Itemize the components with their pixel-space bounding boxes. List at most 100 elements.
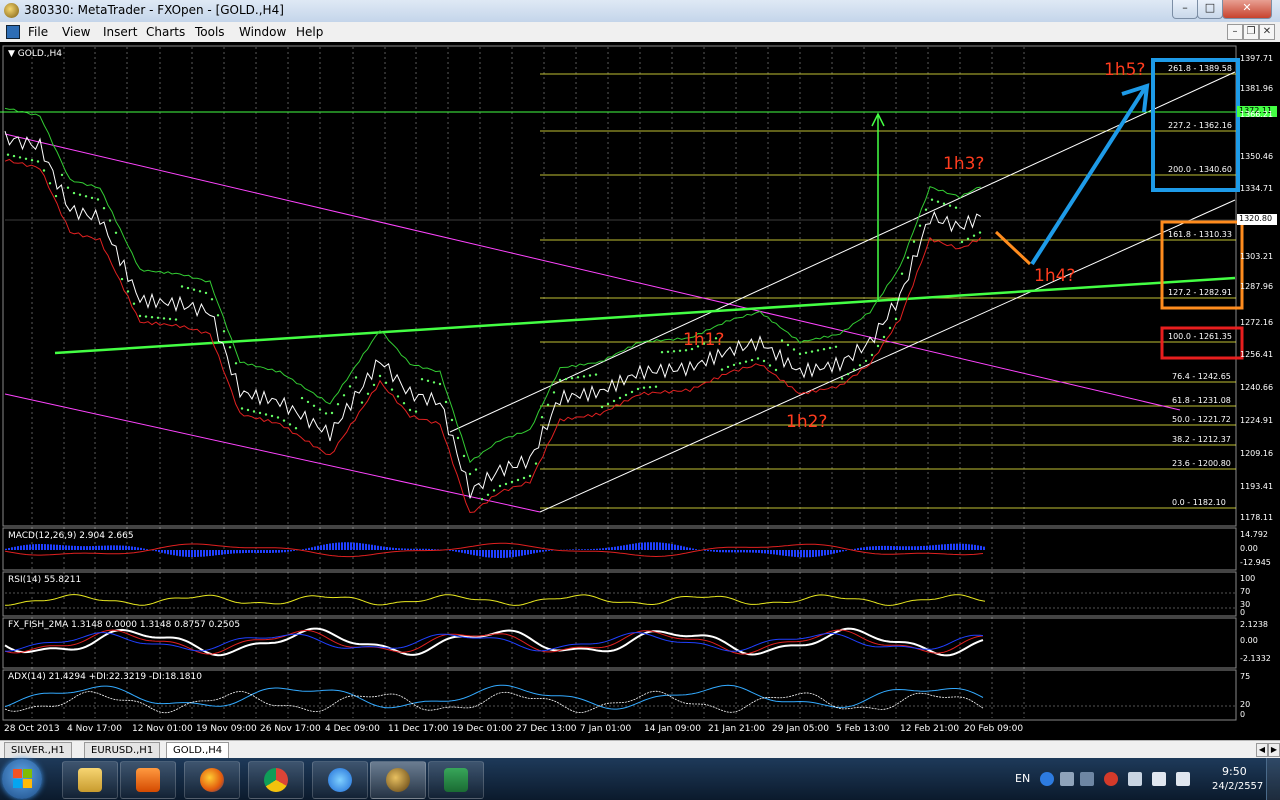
tab-gold[interactable]: GOLD.,H4 [166,742,230,758]
sar-dot [108,219,112,222]
price-axis-label: 1193.41 [1240,482,1274,491]
sar-dot [186,286,190,290]
language-indicator[interactable]: EN [1015,772,1030,785]
sar-dot [366,392,370,395]
sar-dot [78,193,82,196]
date-axis-label: 12 Nov 01:00 [132,724,193,734]
mdi-minimize-button[interactable]: – [1227,24,1243,40]
rsi-line [5,594,986,606]
close-button[interactable]: ✕ [1222,0,1272,19]
menu-tools[interactable]: Tools [195,25,225,39]
sar-dot [228,346,232,349]
menu-file[interactable]: File [28,25,48,39]
taskbar-excel[interactable] [428,761,484,799]
tray-alert-icon[interactable] [1104,772,1118,786]
sar-dot [372,383,376,387]
date-axis-label: 28 Oct 2013 [4,724,60,734]
tab-eurusd[interactable]: EURUSD.,H1 [84,742,161,759]
tray-display-icon[interactable] [1080,772,1094,786]
sar-dot [252,410,256,413]
sar-dot [630,390,634,394]
sar-dot [204,291,208,295]
sar-dot [150,316,154,319]
sar-dot [270,414,274,418]
menu-insert[interactable]: Insert [103,25,137,39]
sar-dot [258,411,262,415]
mdi-close-button[interactable]: ✕ [1259,24,1275,40]
macd-label: MACD(12,26,9) 2.904 2.665 [8,531,134,541]
sar-dot [804,351,808,354]
sar-dot [888,326,892,330]
sar-dot [972,234,976,237]
sar-dot [474,468,478,471]
sar-dot [312,404,316,407]
sar-dot [396,395,400,398]
tray-flag-icon[interactable] [1128,772,1142,786]
minimize-button[interactable]: – [1172,0,1198,19]
sar-dot [954,206,958,209]
sar-dot [462,454,466,458]
taskbar-metatrader[interactable] [370,761,426,799]
sar-dot [162,317,166,320]
chart-window-icon[interactable] [6,25,20,39]
sar-dot [606,402,610,406]
taskbar-internet-explorer[interactable] [312,761,368,799]
sar-dot [18,156,22,159]
clock-time[interactable]: 9:50 [1222,765,1247,778]
taskbar-explorer[interactable] [62,761,118,799]
help-icon[interactable] [1040,772,1054,786]
start-button[interactable] [2,759,42,799]
sar-dot [456,436,460,440]
date-axis-label: 7 Jan 01:00 [580,724,632,734]
adx-label: ADX(14) 21.4294 +DI:22.3219 -DI:18.1810 [8,672,202,682]
tabs-scroll-right-button[interactable]: ▶ [1268,743,1280,757]
menu-view[interactable]: View [62,25,90,39]
rsi-axis-0: 0 [1240,608,1246,617]
sar-dot [516,478,520,482]
taskbar-firefox[interactable] [184,761,240,799]
menu-window[interactable]: Window [239,25,286,39]
sar-dot [666,350,670,353]
rsi-axis-70: 70 [1240,587,1251,596]
sar-dot [528,474,532,478]
magenta-channel-lower [4,393,541,513]
fish-axis-zero: 0.00 [1240,636,1258,645]
symbol-label-text: GOLD.,H4 [17,49,63,59]
tray-volume-icon[interactable] [1176,772,1190,786]
clock-date[interactable]: 24/2/2557 [1212,781,1263,792]
sar-dot [198,290,202,293]
menu-charts[interactable]: Charts [146,25,185,39]
sar-dot [42,169,46,172]
taskbar-chrome[interactable] [248,761,304,799]
price-axis-label: 1334.71 [1240,184,1274,193]
sar-dot [72,191,76,195]
chart-area[interactable]: ▼ GOLD.,H4 1320.80 1372.11 1397.71 1381.9… [0,42,1280,740]
sar-dot [678,349,682,352]
fib-level-label: 200.0 - 1340.60 [1168,165,1232,174]
tray-settings-icon[interactable] [1060,772,1074,786]
price-chart-canvas[interactable] [0,42,1280,740]
date-axis-label: 27 Dec 13:00 [516,724,577,734]
taskbar-media-player[interactable] [120,761,176,799]
sar-dot [558,378,562,382]
show-desktop-button[interactable] [1266,758,1280,800]
sar-dot [654,385,658,388]
sar-dot [66,186,70,189]
sar-dot [540,416,544,419]
tab-silver[interactable]: SILVER.,H1 [4,742,72,759]
tray-network-icon[interactable] [1152,772,1166,786]
metatrader-app-icon [4,3,19,18]
fib-level-label: 161.8 - 1310.33 [1168,230,1232,239]
maximize-button[interactable]: □ [1197,0,1223,19]
sar-dot [762,359,766,363]
mdi-restore-button[interactable]: ❐ [1243,24,1259,40]
menu-help[interactable]: Help [296,25,323,39]
sar-dot [90,196,94,200]
sar-dot [750,358,754,362]
tabs-scroll-left-button[interactable]: ◀ [1256,743,1268,757]
sar-dot [438,382,442,386]
price-axis-label: 1178.11 [1240,513,1274,522]
sar-dot [24,157,28,160]
sar-dot [978,231,982,234]
sar-dot [378,374,382,378]
